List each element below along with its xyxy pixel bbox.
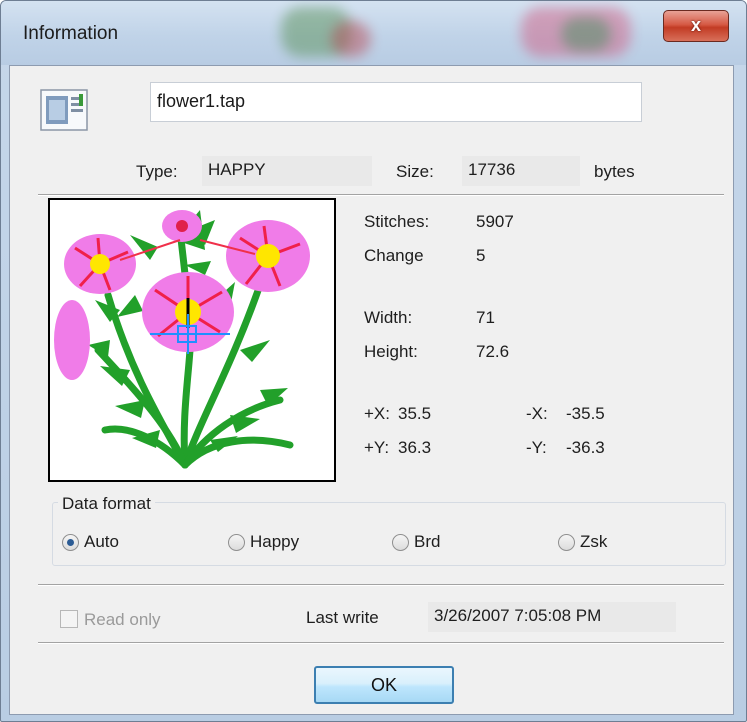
separator [38, 584, 724, 586]
titlebar-decoration [331, 21, 371, 57]
ok-button[interactable]: OK [314, 666, 454, 704]
size-unit: bytes [594, 162, 635, 181]
minus-x-value: -35.5 [566, 404, 605, 423]
flower-left [64, 234, 136, 294]
plus-x-value: 35.5 [398, 404, 432, 423]
width-label: Width: [364, 308, 413, 327]
radio-checked-icon [62, 534, 79, 551]
stitches-label: Stitches: [364, 212, 430, 231]
last-write-label: Last write [306, 608, 379, 627]
window-title: Information [23, 23, 119, 44]
minus-y-label: -Y: [526, 438, 547, 457]
close-icon: x [690, 15, 701, 35]
plus-x-label: +X: [364, 404, 390, 423]
minus-x-label: -X: [526, 404, 548, 423]
height-label: Height: [364, 342, 418, 361]
type-value: HAPPY [202, 156, 372, 186]
read-only-checkbox[interactable] [60, 610, 78, 628]
dialog-body: flower1.tap Type: HAPPY Size: 17736 byte… [9, 65, 734, 715]
change-label: Change [364, 246, 424, 265]
stitches-value: 5907 [476, 212, 514, 231]
title-bar[interactable]: Information x [1, 1, 746, 65]
plus-y-label: +Y: [364, 438, 390, 457]
radio-unchecked-icon [558, 534, 575, 551]
data-format-legend: Data format [58, 494, 155, 514]
flower-right [226, 220, 310, 292]
size-label: Size: [396, 162, 434, 181]
titlebar-decoration [561, 17, 611, 51]
radio-unchecked-icon [228, 534, 245, 551]
radio-brd-label: Brd [414, 532, 441, 551]
information-dialog: Information x flower1.tap Type: HAPPY Si… [0, 0, 747, 722]
close-button[interactable]: x [663, 10, 729, 42]
separator [38, 194, 724, 196]
change-value: 5 [476, 246, 486, 265]
separator [38, 642, 724, 644]
minus-y-value: -36.3 [566, 438, 605, 457]
file-icon [40, 89, 88, 131]
flower-preview-image [54, 210, 310, 469]
flower-side [54, 300, 90, 380]
design-preview [48, 198, 336, 482]
flower-top [162, 210, 202, 242]
filename-field[interactable]: flower1.tap [150, 82, 642, 122]
read-only-label: Read only [84, 610, 161, 629]
radio-auto-label: Auto [84, 532, 119, 551]
radio-unchecked-icon [392, 534, 409, 551]
size-value: 17736 [462, 156, 580, 186]
radio-happy-label: Happy [250, 532, 300, 551]
width-value: 71 [476, 308, 495, 327]
plus-y-value: 36.3 [398, 438, 432, 457]
radio-zsk-label: Zsk [580, 532, 608, 551]
last-write-value: 3/26/2007 7:05:08 PM [428, 602, 676, 632]
filename-text: flower1.tap [157, 91, 246, 111]
height-value: 72.6 [476, 342, 510, 361]
type-label: Type: [136, 162, 178, 181]
